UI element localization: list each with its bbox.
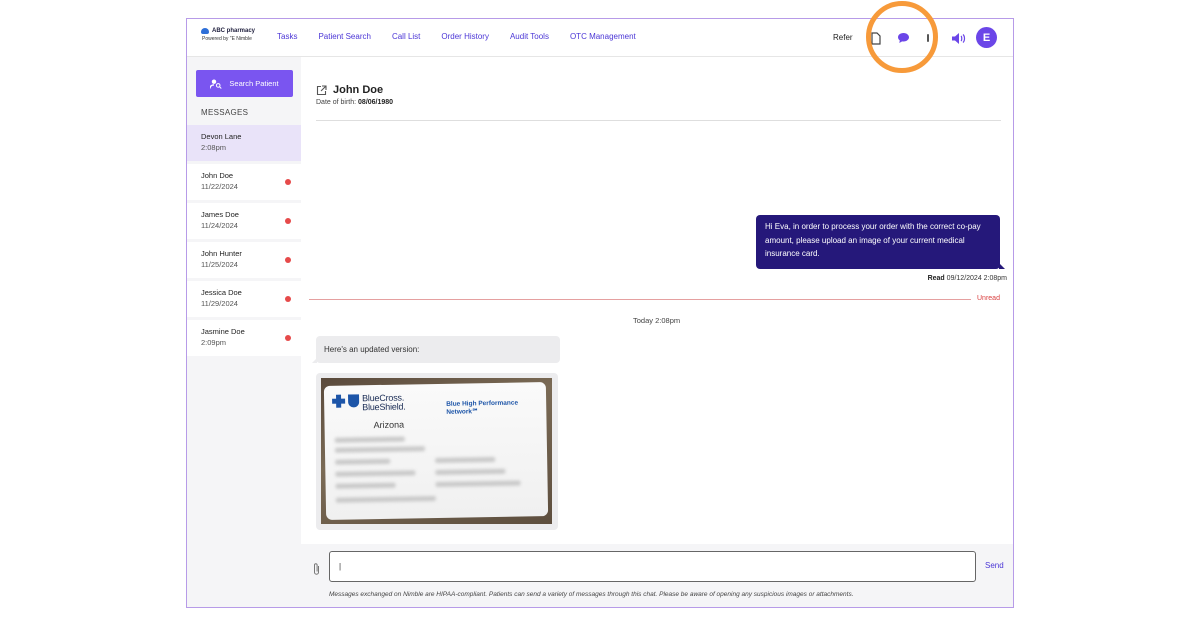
blurred-text [435, 456, 496, 464]
contact-item-john-doe[interactable]: John Doe 11/22/2024 [187, 164, 301, 200]
dob-value: 08/06/1980 [358, 99, 394, 106]
contact-item-jessica-doe[interactable]: Jessica Doe 11/29/2024 [187, 281, 301, 317]
blurred-text [435, 468, 506, 476]
powered-by-text: Powered by "E Nimble [202, 36, 252, 42]
incoming-image-attachment[interactable]: BlueCross. BlueShield. Arizona Blue High… [316, 373, 558, 530]
brand-line-2: BlueShield. [362, 401, 406, 413]
contact-item-john-hunter[interactable]: John Hunter 11/25/2024 [187, 242, 301, 278]
search-patient-button[interactable]: Search Patient [196, 70, 293, 97]
search-patient-label: Search Patient [229, 79, 279, 88]
insurance-card: BlueCross. BlueShield. Arizona Blue High… [323, 382, 549, 520]
date-of-birth: Date of birth: 08/06/1980 [316, 99, 393, 106]
message-input[interactable] [329, 551, 976, 582]
contact-item-james-doe[interactable]: James Doe 11/24/2024 [187, 203, 301, 239]
blue-shield-icon [348, 394, 360, 408]
blurred-text [334, 446, 426, 453]
card-network: Blue High Performance Network℠ [446, 400, 518, 417]
cloud-logo-icon [201, 28, 209, 34]
nav-order-history[interactable]: Order History [441, 32, 489, 41]
dob-label: Date of birth: [316, 99, 357, 106]
contact-item-devon-lane[interactable]: Devon Lane 2:08pm [187, 125, 301, 161]
unread-label: Unread [977, 295, 1000, 302]
blurred-text [335, 496, 436, 503]
unread-dot-icon [285, 218, 291, 224]
sidebar: Search Patient MESSAGES Devon Lane 2:08p… [187, 57, 301, 607]
nav-call-list[interactable]: Call List [392, 32, 420, 41]
phone-icon[interactable] [924, 30, 932, 46]
chat-bubble-icon[interactable] [897, 30, 910, 46]
speaker-icon[interactable] [951, 30, 966, 46]
top-navigation-bar: ABC pharmacy Powered by "E Nimble Tasks … [187, 19, 1013, 57]
hipaa-disclaimer: Messages exchanged on Nimble are HIPAA-c… [329, 591, 854, 598]
messages-heading: MESSAGES [201, 108, 249, 117]
unread-dot-icon [285, 335, 291, 341]
header-divider [316, 120, 1001, 121]
insurance-card-photo: BlueCross. BlueShield. Arizona Blue High… [321, 378, 552, 524]
document-icon[interactable] [871, 30, 881, 46]
outgoing-message-bubble: Hi Eva, in order to process your order w… [756, 215, 1005, 269]
refer-button[interactable]: Refer [833, 33, 853, 42]
app-window: ABC pharmacy Powered by "E Nimble Tasks … [186, 18, 1014, 608]
person-search-icon [210, 79, 223, 89]
network-line-1: Blue High Performance [446, 399, 519, 408]
user-avatar[interactable]: E [976, 27, 997, 48]
contact-time: 2:08pm [201, 143, 227, 152]
blurred-text [334, 436, 405, 443]
read-time: 09/12/2024 2:08pm [946, 275, 1007, 282]
blurred-text [335, 482, 396, 489]
contact-list: Devon Lane 2:08pm John Doe 11/22/2024 Ja… [187, 125, 301, 359]
contact-name: Devon Lane [201, 132, 242, 141]
network-line-2: Network℠ [446, 408, 479, 416]
paperclip-icon[interactable] [312, 562, 321, 581]
external-link-icon[interactable] [316, 84, 327, 96]
blurred-text [435, 480, 521, 488]
blurred-text [335, 470, 416, 477]
contact-item-jasmine-doe[interactable]: Jasmine Doe 2:09pm [187, 320, 301, 356]
blue-cross-icon [332, 395, 345, 408]
date-separator: Today 2:08pm [633, 316, 681, 325]
nav-audit-tools[interactable]: Audit Tools [510, 32, 549, 41]
unread-dot-icon [285, 257, 291, 263]
read-receipt: Read 09/12/2024 2:08pm [787, 275, 1007, 282]
chat-header: John Doe Date of birth: 08/06/1980 [316, 84, 393, 106]
bcbs-logo: BlueCross. BlueShield. [332, 393, 406, 413]
unread-dot-icon [285, 179, 291, 185]
send-button[interactable]: Send [985, 561, 1004, 570]
unread-divider [309, 299, 971, 300]
read-label: Read [927, 275, 945, 282]
main-nav: Tasks Patient Search Call List Order His… [277, 32, 657, 41]
unread-dot-icon [285, 296, 291, 302]
incoming-message-bubble: Here's an updated version: [312, 336, 560, 363]
message-composer: Send Messages exchanged on Nimble are HI… [301, 544, 1013, 607]
nav-patient-search[interactable]: Patient Search [318, 32, 370, 41]
patient-name: John Doe [333, 84, 384, 96]
nav-tasks[interactable]: Tasks [277, 32, 297, 41]
logo-name: ABC pharmacy [212, 28, 256, 34]
card-state: Arizona [373, 419, 405, 431]
nav-otc-management[interactable]: OTC Management [570, 32, 636, 41]
blurred-text [335, 458, 391, 465]
app-logo[interactable]: ABC pharmacy Powered by "E Nimble [201, 28, 255, 42]
